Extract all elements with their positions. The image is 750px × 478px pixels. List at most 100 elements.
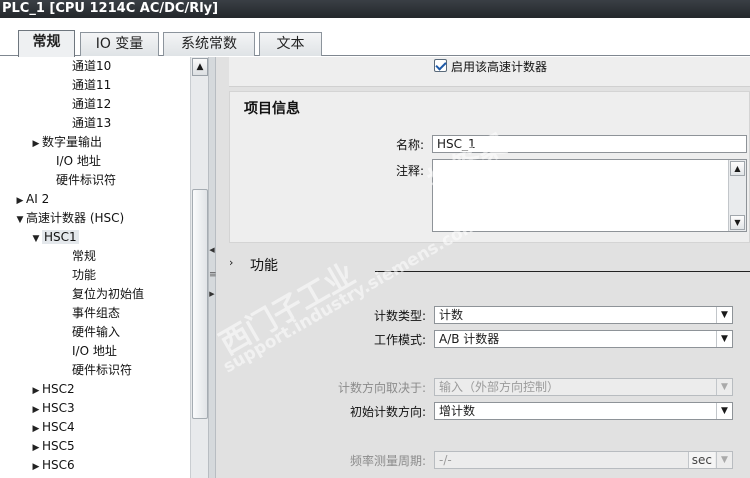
tree-item-label: HSC6 bbox=[42, 458, 75, 472]
tree-item[interactable]: ▶ AI 2 bbox=[14, 190, 50, 209]
project-info-panel: 项目信息 名称: HSC_1 注释: ▲ ▼ bbox=[229, 91, 750, 243]
dropdown-arrow-icon: ▼ bbox=[716, 452, 732, 468]
project-info-title: 项目信息 bbox=[244, 101, 300, 117]
tree-item-label: 数字量输出 bbox=[42, 135, 103, 149]
scroll-up-button[interactable]: ▲ bbox=[192, 58, 208, 76]
expand-arrow-icon[interactable]: ▶ bbox=[30, 135, 42, 154]
comment-textarea[interactable]: ▲ ▼ bbox=[432, 159, 747, 232]
tree-item-label: HSC1 bbox=[42, 230, 79, 244]
tree-item-label: 硬件标识符 bbox=[72, 363, 133, 377]
tree-item-label: 高速计数器 (HSC) bbox=[26, 211, 125, 225]
freq-period-value: -/- bbox=[439, 453, 452, 467]
tree-item[interactable]: 通道13 bbox=[60, 114, 111, 133]
counter-type-value: 计数 bbox=[439, 308, 464, 322]
enable-hsc-checkbox[interactable] bbox=[434, 59, 447, 72]
properties-content: 启用该高速计数器 项目信息 名称: HSC_1 注释: ▲ ▼ › 功能 计数类… bbox=[216, 57, 750, 478]
freq-period-label: 频率测量周期: bbox=[349, 454, 426, 468]
tree-item-label: 硬件标识符 bbox=[56, 173, 117, 187]
tree-item[interactable]: 通道11 bbox=[60, 76, 111, 95]
tree-item-label: 通道10 bbox=[72, 59, 112, 73]
tree-item-label: HSC5 bbox=[42, 439, 75, 453]
tree-item-label: I/O 地址 bbox=[72, 344, 117, 358]
tree-item-label: 功能 bbox=[72, 268, 97, 282]
chevron-right-icon[interactable]: › bbox=[229, 256, 233, 269]
enable-hsc-label: 启用该高速计数器 bbox=[451, 60, 548, 74]
work-mode-value: A/B 计数器 bbox=[439, 332, 500, 346]
tree-item-label: HSC2 bbox=[42, 382, 75, 396]
tree-item-label: 常规 bbox=[72, 249, 97, 263]
tab-system-constants[interactable]: 系统常数 bbox=[163, 32, 255, 56]
dropdown-arrow-icon[interactable]: ▼ bbox=[716, 331, 732, 347]
function-title: 功能 bbox=[250, 258, 278, 274]
dropdown-arrow-icon: ▼ bbox=[716, 379, 732, 395]
tree-item[interactable]: I/O 地址 bbox=[60, 342, 117, 361]
tree-item[interactable]: 硬件输入 bbox=[60, 323, 120, 342]
tree-item[interactable]: 通道12 bbox=[60, 95, 111, 114]
comment-scroll-down-icon[interactable]: ▼ bbox=[730, 215, 745, 230]
tree-item-label: I/O 地址 bbox=[56, 154, 101, 168]
name-input[interactable]: HSC_1 bbox=[432, 135, 747, 153]
dropdown-arrow-icon[interactable]: ▼ bbox=[716, 307, 732, 323]
tree-item[interactable]: ▼ 高速计数器 (HSC) bbox=[14, 209, 125, 230]
window-title: PLC_1 [CPU 1214C AC/DC/Rly] bbox=[0, 0, 750, 18]
tree-item[interactable]: ▶ HSC2 bbox=[30, 380, 75, 399]
tree-item[interactable]: I/O 地址 bbox=[44, 152, 101, 171]
count-direction-value: 输入（外部方向控制） bbox=[439, 380, 560, 394]
counter-type-select[interactable]: 计数 ▼ bbox=[434, 306, 733, 324]
counter-type-label: 计数类型: bbox=[373, 309, 426, 323]
tree-item-label: 通道12 bbox=[72, 97, 112, 111]
tree-item[interactable]: 常规 bbox=[60, 247, 96, 266]
navigation-tree: 通道10 通道11 通道12 通道13 ▶ 数字量输出 I/O 地址 硬件标识符 ▶ AI 2 ▼ 高… bbox=[10, 57, 190, 478]
tree-item[interactable]: ▶ HSC6 bbox=[30, 456, 75, 475]
tree-item[interactable]: 通道10 bbox=[60, 57, 111, 76]
tree-item-label: 硬件输入 bbox=[72, 325, 121, 339]
panel-splitter[interactable]: ◀ ≡ ▶ bbox=[208, 57, 217, 478]
enable-strip: 启用该高速计数器 bbox=[229, 57, 750, 87]
section-divider bbox=[375, 271, 750, 272]
comment-label: 注释: bbox=[395, 164, 424, 178]
tab-strip: 常规 IO 变量 系统常数 文本 bbox=[0, 18, 750, 57]
tree-item[interactable]: ▶ HSC4 bbox=[30, 418, 75, 437]
initial-direction-value: 增计数 bbox=[439, 404, 476, 418]
initial-direction-select[interactable]: 增计数 ▼ bbox=[434, 402, 733, 420]
dropdown-arrow-icon[interactable]: ▼ bbox=[716, 403, 732, 419]
expand-right-icon[interactable]: ▶ bbox=[209, 290, 215, 298]
count-direction-label: 计数方向取决于: bbox=[337, 381, 426, 395]
freq-period-unit: sec bbox=[687, 452, 715, 468]
collapse-arrow-icon[interactable]: ▼ bbox=[30, 230, 42, 249]
tree-item[interactable]: 复位为初始值 bbox=[60, 285, 144, 304]
collapse-arrow-icon[interactable]: ▼ bbox=[14, 211, 26, 230]
function-section-header[interactable]: › 功能 bbox=[229, 253, 750, 277]
comment-scroll-up-icon[interactable]: ▲ bbox=[730, 161, 745, 176]
tree-item-label: 通道13 bbox=[72, 116, 112, 130]
tree-item-label: HSC3 bbox=[42, 401, 75, 415]
tree-scrollbar[interactable]: ▲ bbox=[190, 57, 208, 478]
initial-direction-label: 初始计数方向: bbox=[349, 405, 426, 419]
splitter-grip-icon[interactable]: ≡ bbox=[209, 270, 217, 280]
tree-item-label: 复位为初始值 bbox=[72, 287, 145, 301]
tree-item[interactable]: ▼ HSC1 bbox=[30, 228, 79, 247]
freq-period-select: -/- sec ▼ bbox=[434, 451, 733, 469]
tree-item[interactable]: ▶ HSC3 bbox=[30, 399, 75, 418]
scroll-thumb[interactable] bbox=[192, 189, 208, 419]
tab-io-tags[interactable]: IO 变量 bbox=[80, 32, 159, 56]
tree-item-label: 通道11 bbox=[72, 78, 112, 92]
collapse-left-icon[interactable]: ◀ bbox=[209, 246, 215, 254]
tab-general[interactable]: 常规 bbox=[18, 30, 75, 57]
name-label: 名称: bbox=[395, 138, 424, 152]
count-direction-select: 输入（外部方向控制） ▼ bbox=[434, 378, 733, 396]
tree-item[interactable]: 硬件标识符 bbox=[44, 171, 116, 190]
tab-texts[interactable]: 文本 bbox=[259, 32, 322, 56]
work-mode-label: 工作模式: bbox=[373, 333, 426, 347]
work-mode-select[interactable]: A/B 计数器 ▼ bbox=[434, 330, 733, 348]
comment-scrollbar[interactable]: ▲ ▼ bbox=[728, 160, 746, 231]
tree-item-label: AI 2 bbox=[26, 192, 50, 206]
tree-item[interactable]: ▶ 数字量输出 bbox=[30, 133, 102, 152]
tree-item-label: HSC4 bbox=[42, 420, 75, 434]
tree-item[interactable]: 功能 bbox=[60, 266, 96, 285]
tree-item[interactable]: 事件组态 bbox=[60, 304, 120, 323]
tree-item[interactable]: 硬件标识符 bbox=[60, 361, 132, 380]
tree-item[interactable]: ▶ HSC5 bbox=[30, 437, 75, 456]
expand-arrow-icon[interactable]: ▶ bbox=[30, 458, 42, 477]
tree-item-label: 事件组态 bbox=[72, 306, 121, 320]
